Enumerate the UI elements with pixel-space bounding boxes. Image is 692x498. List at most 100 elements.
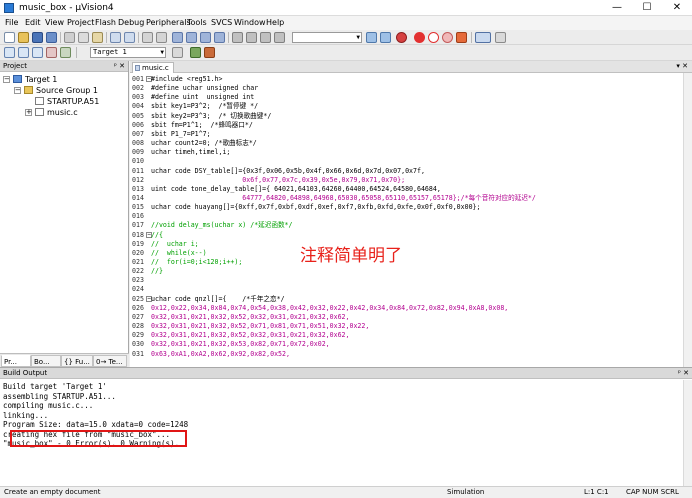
code-line[interactable]: 031 0x63,0xA1,0xA2,0x62,0x92,0x82,0x52, bbox=[130, 350, 682, 359]
disable-breakpoints-icon[interactable] bbox=[442, 32, 453, 43]
output-scrollbar[interactable] bbox=[683, 380, 692, 487]
stop-build-icon[interactable] bbox=[46, 47, 57, 58]
code-line[interactable]: 005 sbit key2=P3^3; /* 切换歌曲键*/ bbox=[130, 112, 682, 121]
code-line[interactable]: 016 bbox=[130, 212, 682, 221]
window-layout-icon[interactable] bbox=[475, 32, 491, 43]
uncomment-icon[interactable] bbox=[274, 32, 285, 43]
minimize-button[interactable]: — bbox=[602, 0, 632, 16]
next-bookmark-icon[interactable] bbox=[200, 32, 211, 43]
debug-session-icon[interactable] bbox=[396, 32, 407, 43]
close-tab-icon[interactable]: ▾ ✕ bbox=[676, 62, 688, 70]
code-line[interactable]: 014 64777,64820,64898,64968,65030,65058,… bbox=[130, 194, 682, 203]
code-line[interactable]: 004 sbit key1=P3^2; /*暂停键 */ bbox=[130, 102, 682, 111]
comment-icon[interactable] bbox=[260, 32, 271, 43]
target-options-icon[interactable] bbox=[172, 47, 183, 58]
unindent-icon[interactable] bbox=[246, 32, 257, 43]
code-line[interactable]: 030 0x32,0x31,0x21,0x32,0x53,0x82,0x71,0x… bbox=[130, 340, 682, 349]
menu-help[interactable]: Help bbox=[266, 18, 284, 27]
nav-back-icon[interactable] bbox=[142, 32, 153, 43]
code-line[interactable]: 007 sbit P1_7=P1^7; bbox=[130, 130, 682, 139]
code-line[interactable]: 012 0x6f,0x77,0x7c,0x39,0x5e,0x79,0x71,0… bbox=[130, 176, 682, 185]
cut-icon[interactable] bbox=[64, 32, 75, 43]
code-line[interactable]: 011 uchar code DSY_table[]={0x3f,0x06,0x5… bbox=[130, 167, 682, 176]
rebuild-icon[interactable] bbox=[32, 47, 43, 58]
expand-icon[interactable]: + bbox=[25, 109, 32, 116]
file-tab-music[interactable]: music.c bbox=[132, 62, 174, 73]
tree-file-startup[interactable]: STARTUP.A51 bbox=[35, 97, 99, 107]
code-editor[interactable]: music.c ▾ ✕ 001− #include <reg51.h> 002 #de… bbox=[130, 61, 692, 367]
code-line[interactable]: 002 #define uchar unsigned char bbox=[130, 84, 682, 93]
code-line[interactable]: 024 bbox=[130, 285, 682, 294]
menu-window[interactable]: Window bbox=[234, 18, 266, 27]
code-line[interactable]: 006 sbit fm=P1^1; /*蜂鸣器口*/ bbox=[130, 121, 682, 130]
translate-icon[interactable] bbox=[4, 47, 15, 58]
menu-tools[interactable]: Tools bbox=[187, 18, 207, 27]
tab-functions[interactable]: {} Fu... bbox=[61, 355, 93, 367]
menu-edit[interactable]: Edit bbox=[25, 18, 41, 27]
output-line: Build target 'Target 1' bbox=[3, 382, 107, 391]
collapse-icon[interactable]: − bbox=[14, 87, 21, 94]
tab-templates[interactable]: 0→ Te... bbox=[93, 355, 127, 367]
code-line[interactable]: 008 uchar count2=0; /*歌曲标志*/ bbox=[130, 139, 682, 148]
code-line[interactable]: 009 uchar timeh,timel,i; bbox=[130, 148, 682, 157]
menu-debug[interactable]: Debug bbox=[118, 18, 144, 27]
code-line[interactable]: 020 // while(x--) bbox=[130, 249, 682, 258]
prev-bookmark-icon[interactable] bbox=[186, 32, 197, 43]
tab-books[interactable]: Bo... bbox=[31, 355, 61, 367]
panel-pin-icon[interactable]: ᵖ ✕ bbox=[114, 61, 125, 72]
menu-file[interactable]: File bbox=[5, 18, 18, 27]
paste-icon[interactable] bbox=[92, 32, 103, 43]
insert-breakpoint-icon[interactable] bbox=[414, 32, 425, 43]
line-number: 021 bbox=[132, 258, 144, 266]
redo-icon[interactable] bbox=[124, 32, 135, 43]
code-line[interactable]: 001− #include <reg51.h> bbox=[130, 75, 682, 84]
code-line[interactable]: 026 0x12,0x22,0x34,0x84,0x74,0x54,0x38,0x… bbox=[130, 304, 682, 313]
copy-icon[interactable] bbox=[78, 32, 89, 43]
code-line[interactable]: 013 uint code tone_delay_table[]={ 64021,… bbox=[130, 185, 682, 194]
code-line[interactable]: 029 0x32,0x31,0x21,0x32,0x52,0x32,0x31,0x… bbox=[130, 331, 682, 340]
file-extensions-icon[interactable] bbox=[190, 47, 201, 58]
tab-project[interactable]: Pr... bbox=[1, 355, 31, 367]
menu-flash[interactable]: Flash bbox=[95, 18, 116, 27]
code-line[interactable]: 018−//{ bbox=[130, 231, 682, 240]
code-line[interactable]: 010 bbox=[130, 157, 682, 166]
code-line[interactable]: 017 //void delay_ms(uchar x) /*延迟函数*/ bbox=[130, 221, 682, 230]
save-all-icon[interactable] bbox=[46, 32, 57, 43]
menu-svcs[interactable]: SVCS bbox=[211, 18, 232, 27]
code-line[interactable]: 023 bbox=[130, 276, 682, 285]
code-line[interactable]: 021 // for(i=0;i<120;i++); bbox=[130, 258, 682, 267]
find-in-files-icon[interactable] bbox=[366, 32, 377, 43]
target-select[interactable]: Target 1 ▼ bbox=[90, 47, 166, 58]
code-line[interactable]: 027 0x32,0x31,0x21,0x32,0x52,0x32,0x31,0x… bbox=[130, 313, 682, 322]
kill-breakpoints-icon[interactable] bbox=[456, 32, 467, 43]
collapse-icon[interactable]: − bbox=[3, 76, 10, 83]
menu-project[interactable]: Project bbox=[67, 18, 94, 27]
find-combo[interactable]: ▼ bbox=[292, 32, 362, 43]
code-line[interactable]: 022 //} bbox=[130, 267, 682, 276]
save-icon[interactable] bbox=[32, 32, 43, 43]
editor-scrollbar[interactable] bbox=[683, 73, 692, 367]
clear-bookmarks-icon[interactable] bbox=[214, 32, 225, 43]
incremental-find-icon[interactable] bbox=[380, 32, 391, 43]
menu-peripherals[interactable]: Peripherals bbox=[146, 18, 191, 27]
code-line[interactable]: 015 uchar code huayang[]={0xff,0x7f,0xbf,… bbox=[130, 203, 682, 212]
download-icon[interactable] bbox=[60, 47, 71, 58]
code-line[interactable]: 028 0x32,0x31,0x21,0x32,0x52,0x71,0x81,0x… bbox=[130, 322, 682, 331]
build-icon[interactable] bbox=[18, 47, 29, 58]
close-button[interactable]: ✕ bbox=[662, 0, 692, 16]
code-line[interactable]: 025− uchar code qnzl[]={ /*千年之恋*/ bbox=[130, 295, 682, 304]
panel-pin-icon[interactable]: ᵖ ✕ bbox=[678, 368, 689, 379]
bookmark-icon[interactable] bbox=[172, 32, 183, 43]
maximize-button[interactable]: ☐ bbox=[632, 0, 662, 16]
menu-view[interactable]: View bbox=[45, 18, 64, 27]
manage-components-icon[interactable] bbox=[204, 47, 215, 58]
new-file-icon[interactable] bbox=[4, 32, 15, 43]
nav-forward-icon[interactable] bbox=[156, 32, 167, 43]
open-folder-icon[interactable] bbox=[18, 32, 29, 43]
code-line[interactable]: 003 #define uint unsigned int bbox=[130, 93, 682, 102]
indent-icon[interactable] bbox=[232, 32, 243, 43]
undo-icon[interactable] bbox=[110, 32, 121, 43]
code-line[interactable]: 019 // uchar i; bbox=[130, 240, 682, 249]
configure-icon[interactable] bbox=[495, 32, 506, 43]
enable-breakpoint-icon[interactable] bbox=[428, 32, 439, 43]
